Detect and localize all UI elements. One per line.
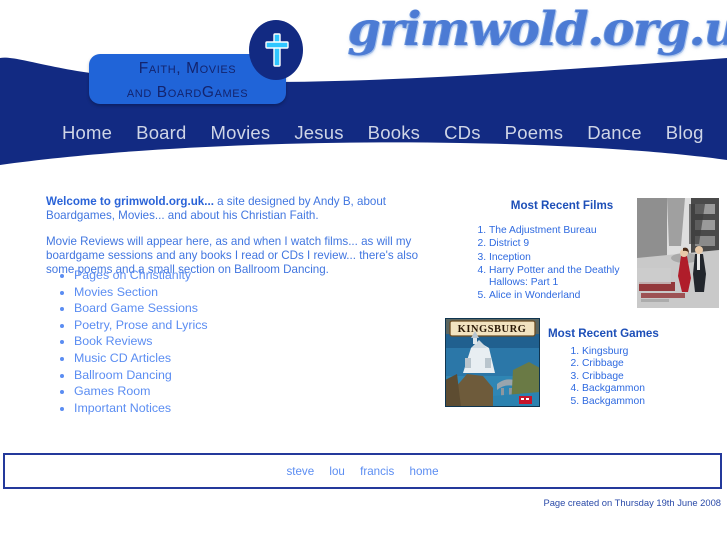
- footer-link-lou[interactable]: lou: [329, 465, 344, 478]
- svg-text:KINGSBURG: KINGSBURG: [458, 324, 527, 335]
- section-link-board-games[interactable]: Board Game Sessions: [74, 301, 198, 315]
- cross-icon-glyph: [265, 33, 289, 67]
- film-link-2[interactable]: District 9: [489, 238, 529, 249]
- list-item[interactable]: Kingsburg: [582, 346, 727, 358]
- list-item[interactable]: Book Reviews: [74, 333, 404, 350]
- recent-films-list: The Adjustment Bureau District 9 Incepti…: [465, 225, 654, 303]
- film-poster-image[interactable]: [637, 198, 719, 308]
- tagline-line-2: and BoardGames: [126, 84, 249, 101]
- film-poster-art: [637, 198, 719, 308]
- recent-games-list: Kingsburg Cribbage Cribbage Backgammon B…: [560, 346, 727, 408]
- list-item[interactable]: Alice in Wonderland: [489, 290, 654, 302]
- section-links-list: Pages on Christianity Movies Section Boa…: [46, 267, 404, 416]
- game-link-3[interactable]: Cribbage: [582, 371, 624, 382]
- film-link-3[interactable]: Inception: [489, 252, 531, 263]
- cross-icon: [249, 20, 303, 80]
- section-link-music-cds[interactable]: Music CD Articles: [74, 351, 171, 365]
- list-item[interactable]: Cribbage: [582, 371, 727, 383]
- film-link-4[interactable]: Harry Potter and the Deathly Hallows: Pa…: [489, 265, 620, 288]
- nav-item-books[interactable]: Books: [368, 122, 420, 144]
- footer-link-francis[interactable]: francis: [360, 465, 394, 478]
- film-link-5[interactable]: Alice in Wonderland: [489, 290, 580, 301]
- nav-item-blog[interactable]: Blog: [666, 122, 704, 144]
- nav-item-home[interactable]: Home: [62, 122, 112, 144]
- list-item[interactable]: District 9: [489, 238, 654, 250]
- nav-item-board[interactable]: Board: [136, 122, 186, 144]
- section-link-ballroom[interactable]: Ballroom Dancing: [74, 368, 172, 382]
- footer-links: steve lou francis home: [5, 465, 720, 478]
- section-link-books[interactable]: Book Reviews: [74, 334, 153, 348]
- list-item[interactable]: Poetry, Prose and Lyrics: [74, 317, 404, 334]
- list-item[interactable]: Cribbage: [582, 358, 727, 370]
- game-link-1[interactable]: Kingsburg: [582, 346, 628, 357]
- site-logo[interactable]: grimwold.org.uk: [348, 0, 727, 66]
- site-header: grimwold.org.uk Faith, Movies and BoardG…: [0, 0, 727, 175]
- game-link-2[interactable]: Cribbage: [582, 358, 624, 369]
- section-link-christianity[interactable]: Pages on Christianity: [74, 268, 191, 282]
- list-item[interactable]: Backgammon: [582, 383, 727, 395]
- welcome-link[interactable]: Welcome to grimwold.org.uk...: [46, 195, 214, 208]
- section-link-notices[interactable]: Important Notices: [74, 401, 171, 415]
- section-link-movies[interactable]: Movies Section: [74, 285, 158, 299]
- list-item[interactable]: Games Room: [74, 383, 404, 400]
- nav-item-movies[interactable]: Movies: [211, 122, 271, 144]
- list-item[interactable]: Important Notices: [74, 400, 404, 417]
- list-item[interactable]: Music CD Articles: [74, 350, 404, 367]
- footer-box: steve lou francis home: [3, 453, 722, 489]
- main-content: Welcome to grimwold.org.uk... a site des…: [0, 185, 727, 445]
- list-item[interactable]: The Adjustment Bureau: [489, 225, 654, 237]
- game-link-5[interactable]: Backgammon: [582, 396, 645, 407]
- list-item[interactable]: Board Game Sessions: [74, 300, 404, 317]
- section-link-poetry[interactable]: Poetry, Prose and Lyrics: [74, 318, 208, 332]
- nav-item-cds[interactable]: CDs: [444, 122, 481, 144]
- nav-item-jesus[interactable]: Jesus: [294, 122, 343, 144]
- game-link-4[interactable]: Backgammon: [582, 383, 645, 394]
- recent-games-heading: Most Recent Games: [548, 327, 659, 340]
- section-link-games-room[interactable]: Games Room: [74, 384, 150, 398]
- page-created-timestamp: Page created on Thursday 19th June 2008: [543, 497, 721, 508]
- list-item[interactable]: Ballroom Dancing: [74, 367, 404, 384]
- nav-item-poems[interactable]: Poems: [505, 122, 564, 144]
- footer-link-home[interactable]: home: [410, 465, 439, 478]
- recent-films-heading: Most Recent Films: [510, 199, 614, 212]
- list-item[interactable]: Harry Potter and the Deathly Hallows: Pa…: [489, 265, 654, 289]
- list-item[interactable]: Movies Section: [74, 284, 404, 301]
- game-box-image[interactable]: KINGSBURG: [445, 318, 540, 407]
- intro-paragraph-1: Welcome to grimwold.org.uk... a site des…: [46, 195, 436, 223]
- main-navigation: Home Board Movies Jesus Books CDs Poems Dance Bl…: [0, 122, 727, 144]
- game-box-art: KINGSBURG: [445, 318, 540, 407]
- footer-link-steve[interactable]: steve: [286, 465, 314, 478]
- list-item[interactable]: Backgammon: [582, 396, 727, 408]
- film-link-1[interactable]: The Adjustment Bureau: [489, 225, 597, 236]
- nav-item-dance[interactable]: Dance: [587, 122, 641, 144]
- list-item[interactable]: Inception: [489, 252, 654, 264]
- list-item[interactable]: Pages on Christianity: [74, 267, 404, 284]
